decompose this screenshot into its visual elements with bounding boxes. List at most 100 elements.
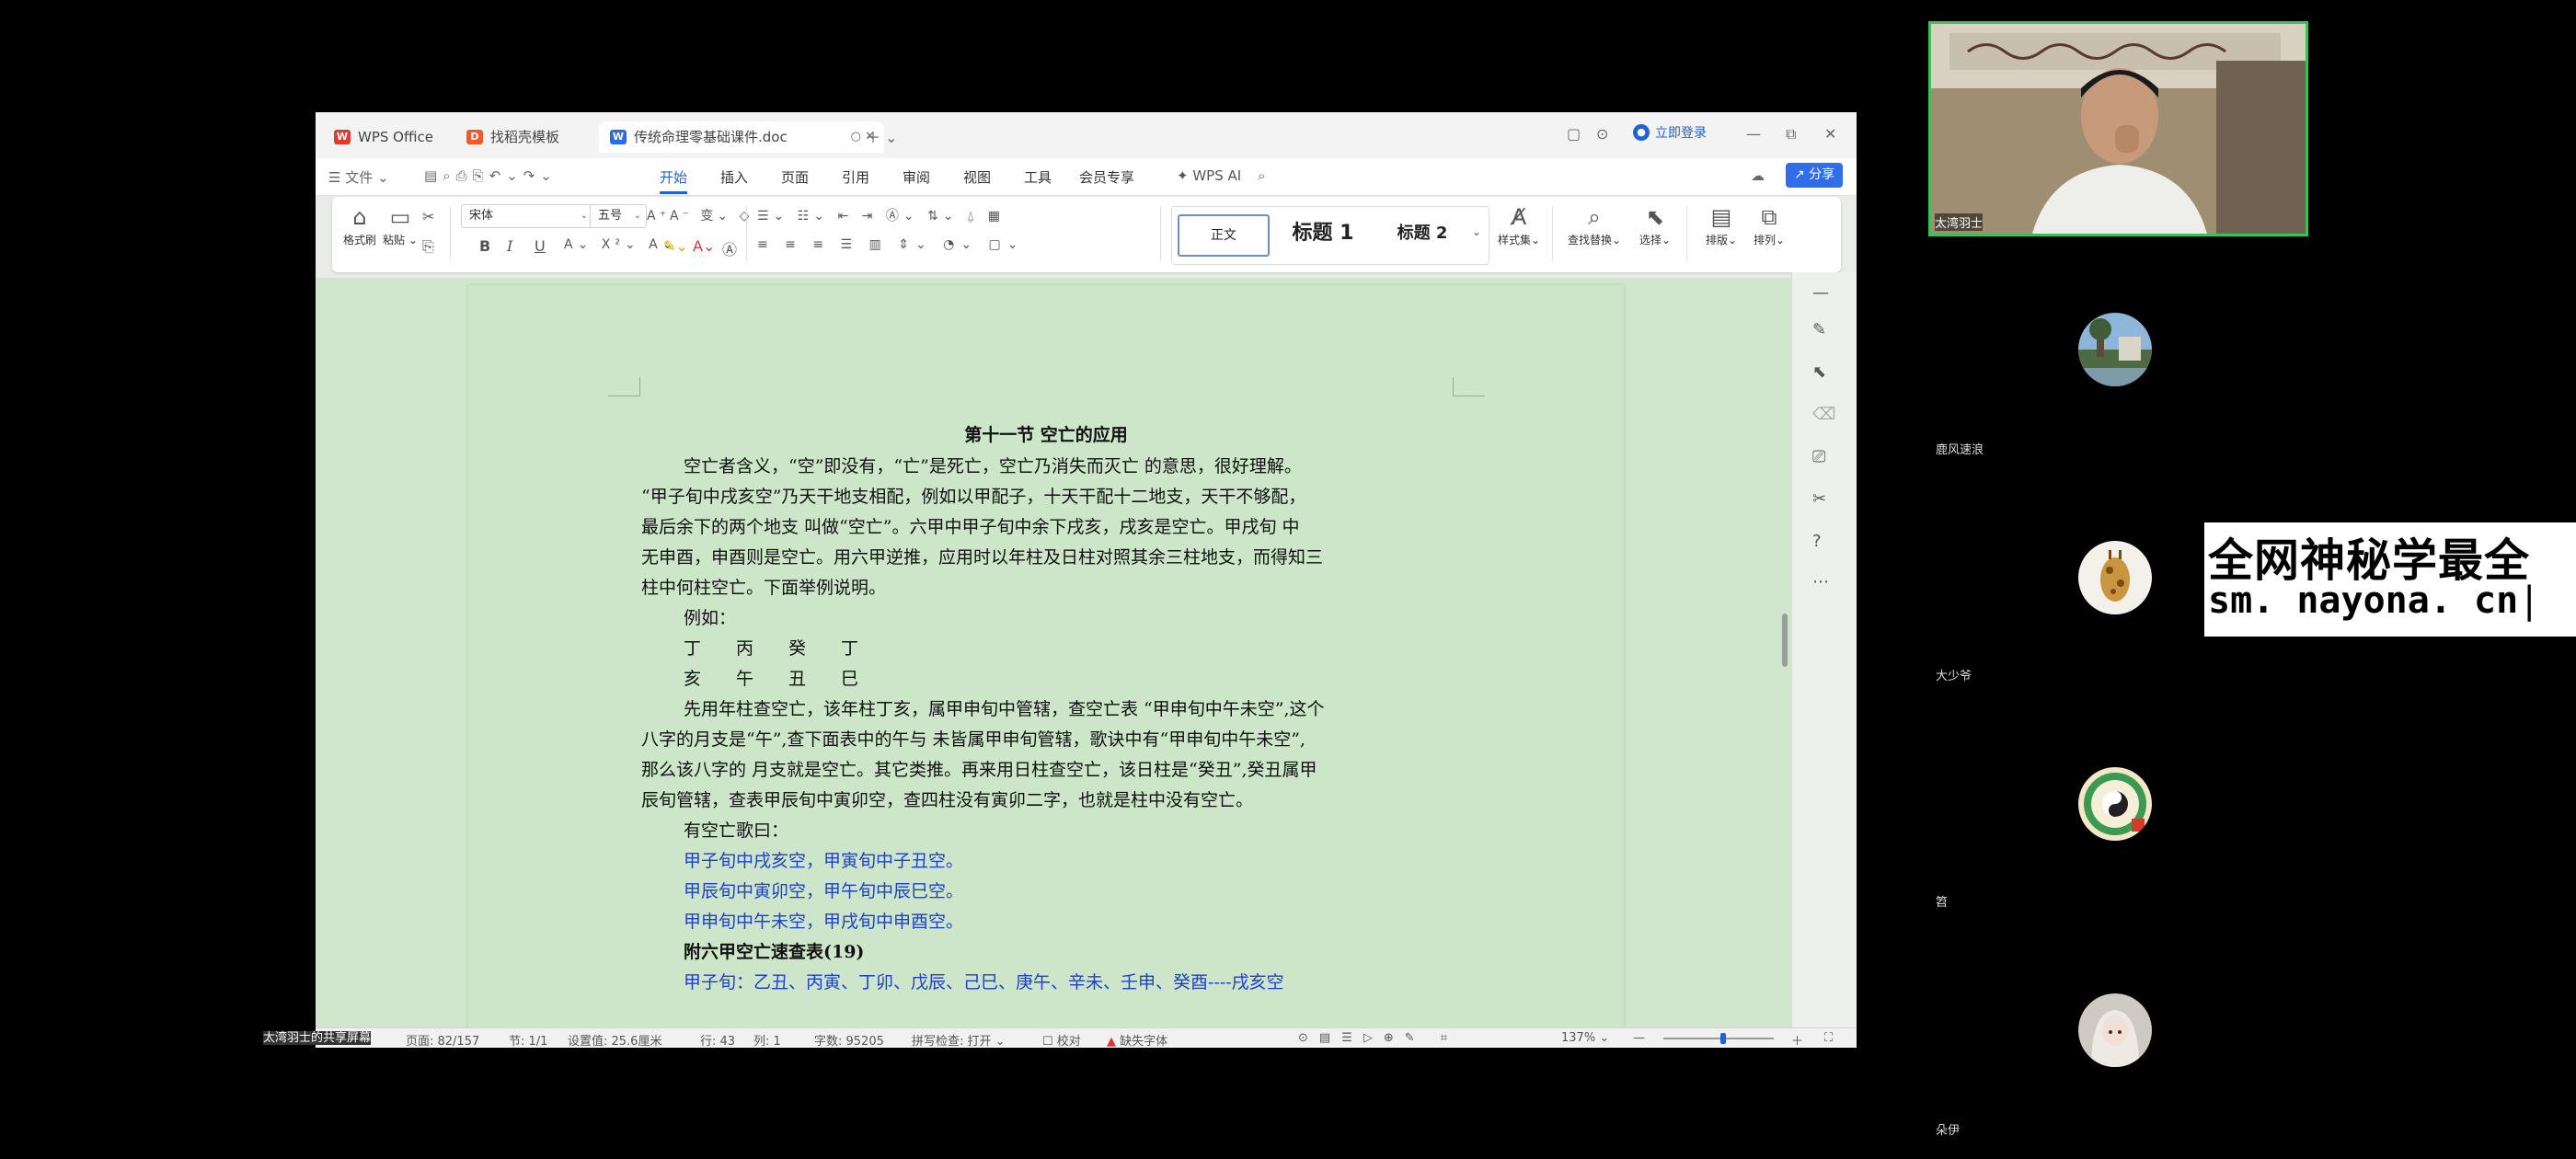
wps-ai-button[interactable]: ✦ WPS AI (1177, 167, 1241, 184)
font-name-select[interactable]: 宋体 ⌄ (461, 204, 593, 228)
word-doc-icon: W (610, 130, 627, 144)
search-icon: ⌕ (1588, 204, 1601, 230)
document-line: 甲辰旬中寅卯空，甲午旬中辰巳空。 (684, 881, 964, 901)
participant-name: 朵伊 (1936, 1124, 1961, 1138)
menu-reference[interactable]: 引用 (842, 167, 869, 187)
participant-name: 笤 (1936, 896, 1949, 910)
char-border-icon[interactable]: Ⓐ (722, 237, 737, 259)
tab-docer[interactable]: D 找稻壳模板 (455, 121, 559, 153)
select-pointer-icon[interactable]: ⬉ (1812, 362, 1826, 382)
menu-home[interactable]: 开始 (660, 167, 688, 194)
copy-icon[interactable]: ⎘ (422, 237, 434, 256)
file-menu[interactable]: ☰ 文件 ⌄ (328, 167, 389, 187)
menu-page[interactable]: 页面 (781, 167, 809, 187)
scroll-thumb[interactable] (1782, 614, 1788, 667)
document-line: 先用年柱查空亡，该年柱丁亥，属甲申旬中管辖，查空亡表 “甲申旬中午未空”,这个 (684, 699, 1325, 719)
status-missing-font[interactable]: ▲ 缺失字体 (1107, 1031, 1167, 1048)
more-icon[interactable]: ⋯ (1812, 572, 1829, 591)
collapse-icon[interactable]: — (1812, 283, 1829, 303)
host-video-image (1931, 24, 2306, 234)
status-section: 节: 1/1 (509, 1035, 548, 1048)
avatar[interactable] (2078, 313, 2152, 386)
find-replace-button[interactable]: ⌕ 查找替换⌄ (1561, 202, 1627, 247)
style-gallery: 正文 标题 1 标题 2 ⌄ (1171, 206, 1489, 265)
tab-wps-office[interactable]: W WPS Office (323, 121, 433, 153)
right-side-panel: — ✎ ⬉ ⌫ ⎚ ✂ ? ⋯ (1791, 272, 1857, 1027)
zoom-out-icon[interactable]: — (1633, 1031, 1645, 1045)
arrange-icon: ⧉ (1761, 204, 1777, 230)
font-size-select[interactable]: 五号 ⌄ (590, 204, 647, 228)
font-size-adjust-icons[interactable]: A⁺A⁻ 变⌄ ◇ (647, 206, 753, 224)
arrange-button[interactable]: ⧉ 排列⌄ (1745, 202, 1793, 247)
bold-button[interactable]: B (479, 237, 490, 255)
menu-insert[interactable]: 插入 (720, 167, 748, 187)
avatar[interactable] (2078, 541, 2152, 614)
italic-button[interactable]: I (507, 237, 512, 255)
alignment-icons[interactable]: ≡ ≡ ≡ ☰ ▥ ⇕⌄ ◔⌄ ▢⌄ (757, 237, 1025, 252)
strikethrough-superscript-icons[interactable]: A⌄ X²⌄ A⌄ (564, 237, 677, 252)
zoom-slider-handle[interactable] (1720, 1033, 1726, 1044)
warning-icon: ▲ (1107, 1035, 1116, 1048)
underline-button[interactable]: U (535, 237, 546, 255)
clear-icon[interactable]: ⌫ (1812, 405, 1835, 424)
quick-access-icons[interactable]: ▤⌕⎙⎘↶⌄↷⌄ (424, 167, 558, 184)
style-heading-1[interactable]: 标题 1 (1273, 214, 1373, 253)
status-setting: 设置值: 25.6厘米 (568, 1035, 662, 1048)
document-line: 甲子旬：乙丑、丙寅、丁卯、戊辰、己巳、庚午、辛未、壬申、癸酉----戌亥空 (684, 972, 1284, 993)
status-spell[interactable]: 拼写检查: 打开 ⌄ (912, 1031, 1006, 1048)
window-layout-icon[interactable]: ▢ (1567, 125, 1581, 143)
login-link[interactable]: ● 立即登录 (1633, 123, 1707, 142)
style-heading-2[interactable]: 标题 2 (1376, 214, 1468, 253)
help-icon[interactable]: ? (1812, 532, 1822, 551)
wps-window: W WPS Office D 找稻壳模板 W 传统命理零基础课件.doc ○ ✕… (316, 112, 1857, 1048)
menu-tools[interactable]: 工具 (1024, 167, 1052, 187)
highlight-icon[interactable]: ✎⌄ (663, 237, 688, 255)
status-words[interactable]: 字数: 95205 (814, 1031, 884, 1048)
wps-logo-icon: W (334, 130, 351, 144)
zoom-level[interactable]: 137% ⌄ (1561, 1031, 1609, 1045)
translate-icon[interactable]: ⎚ (1812, 447, 1825, 466)
view-mode-icons[interactable]: ⊙▤☰▷⊕✎ ⌗ (1298, 1031, 1458, 1045)
fullscreen-icon[interactable]: ⛶ (1824, 1031, 1833, 1045)
cloud-icon[interactable]: ☁ (1751, 167, 1765, 184)
search-icon[interactable]: ⌕ (1258, 167, 1265, 184)
participant-video-host[interactable]: 太湾羽士 (1928, 21, 2308, 236)
style-more-icon[interactable]: ⌄ (1472, 225, 1481, 238)
list-indent-icons[interactable]: ☰⌄ ☷⌄ ⇤ ⇥ Ⓐ⌄ ⇅⌄ ⍙ ▦ (757, 206, 1005, 224)
layout-button[interactable]: ▤ 排版⌄ (1697, 202, 1745, 247)
avatar[interactable] (2078, 767, 2152, 841)
style-normal[interactable]: 正文 (1178, 214, 1270, 257)
style-set-button[interactable]: A̸ 样式集⌄ (1489, 202, 1548, 247)
new-tab-icon[interactable]: ＋ ⌄ (866, 125, 898, 147)
zoom-slider[interactable] (1663, 1038, 1774, 1039)
menu-member[interactable]: 会员专享 (1079, 167, 1134, 187)
document-line: 八字的月支是“午”,查下面表中的午与 未皆属甲申旬管辖，歌诀中有“甲申旬中午未空… (641, 729, 1305, 750)
document-line: 丁 丙 癸 丁 (684, 638, 859, 659)
history-icon[interactable]: ⊙ (1596, 125, 1608, 143)
minimize-icon[interactable]: — (1746, 125, 1761, 143)
maximize-icon[interactable]: ⧉ (1786, 125, 1796, 143)
font-color-button[interactable]: A⌄ (693, 237, 715, 255)
cut-icon[interactable]: ✂ (422, 208, 434, 225)
document-area[interactable]: 第十一节 空亡的应用 空亡者含义，“空”即没有，“亡”是死亡，空亡乃消失而灭亡 … (316, 278, 1791, 1030)
document-page[interactable]: 第十一节 空亡的应用 空亡者含义，“空”即没有，“亡”是死亡，空亡乃消失而灭亡 … (468, 285, 1624, 1030)
status-proof[interactable]: ☐ 校对 (1042, 1031, 1081, 1048)
participant-name: 大少爷 (1936, 670, 1972, 683)
document-line: 甲申旬中午未空，甲戌旬中申酉空。 (684, 912, 964, 932)
zoom-in-icon[interactable]: ＋ (1791, 1031, 1803, 1048)
menu-view[interactable]: 视图 (963, 167, 991, 187)
tools-icon[interactable]: ✂ (1812, 489, 1826, 509)
tab-document[interactable]: W 传统命理零基础课件.doc ○ ✕ (599, 121, 884, 153)
document-line: 辰旬管辖，查表甲辰旬中寅卯空，查四柱没有寅卯二字，也就是柱中没有空亡。 (641, 790, 1254, 810)
format-painter-button[interactable]: ⌂ 格式刷 (338, 202, 382, 247)
edit-icon[interactable]: ✎ (1812, 320, 1826, 339)
paste-button[interactable]: ▭ 粘贴 ⌄ (378, 202, 422, 247)
menu-review[interactable]: 审阅 (903, 167, 930, 187)
status-page[interactable]: 页面: 82/157 (406, 1031, 479, 1048)
vertical-scrollbar[interactable] (1780, 278, 1789, 1027)
select-button[interactable]: ⬉ 选择⌄ (1631, 202, 1679, 247)
share-button[interactable]: ↗ 分享 (1786, 163, 1843, 188)
close-window-icon[interactable]: ✕ (1824, 125, 1836, 143)
avatar[interactable] (2078, 993, 2152, 1067)
sharer-label: 太湾羽士的共享屏幕 (263, 1031, 372, 1045)
